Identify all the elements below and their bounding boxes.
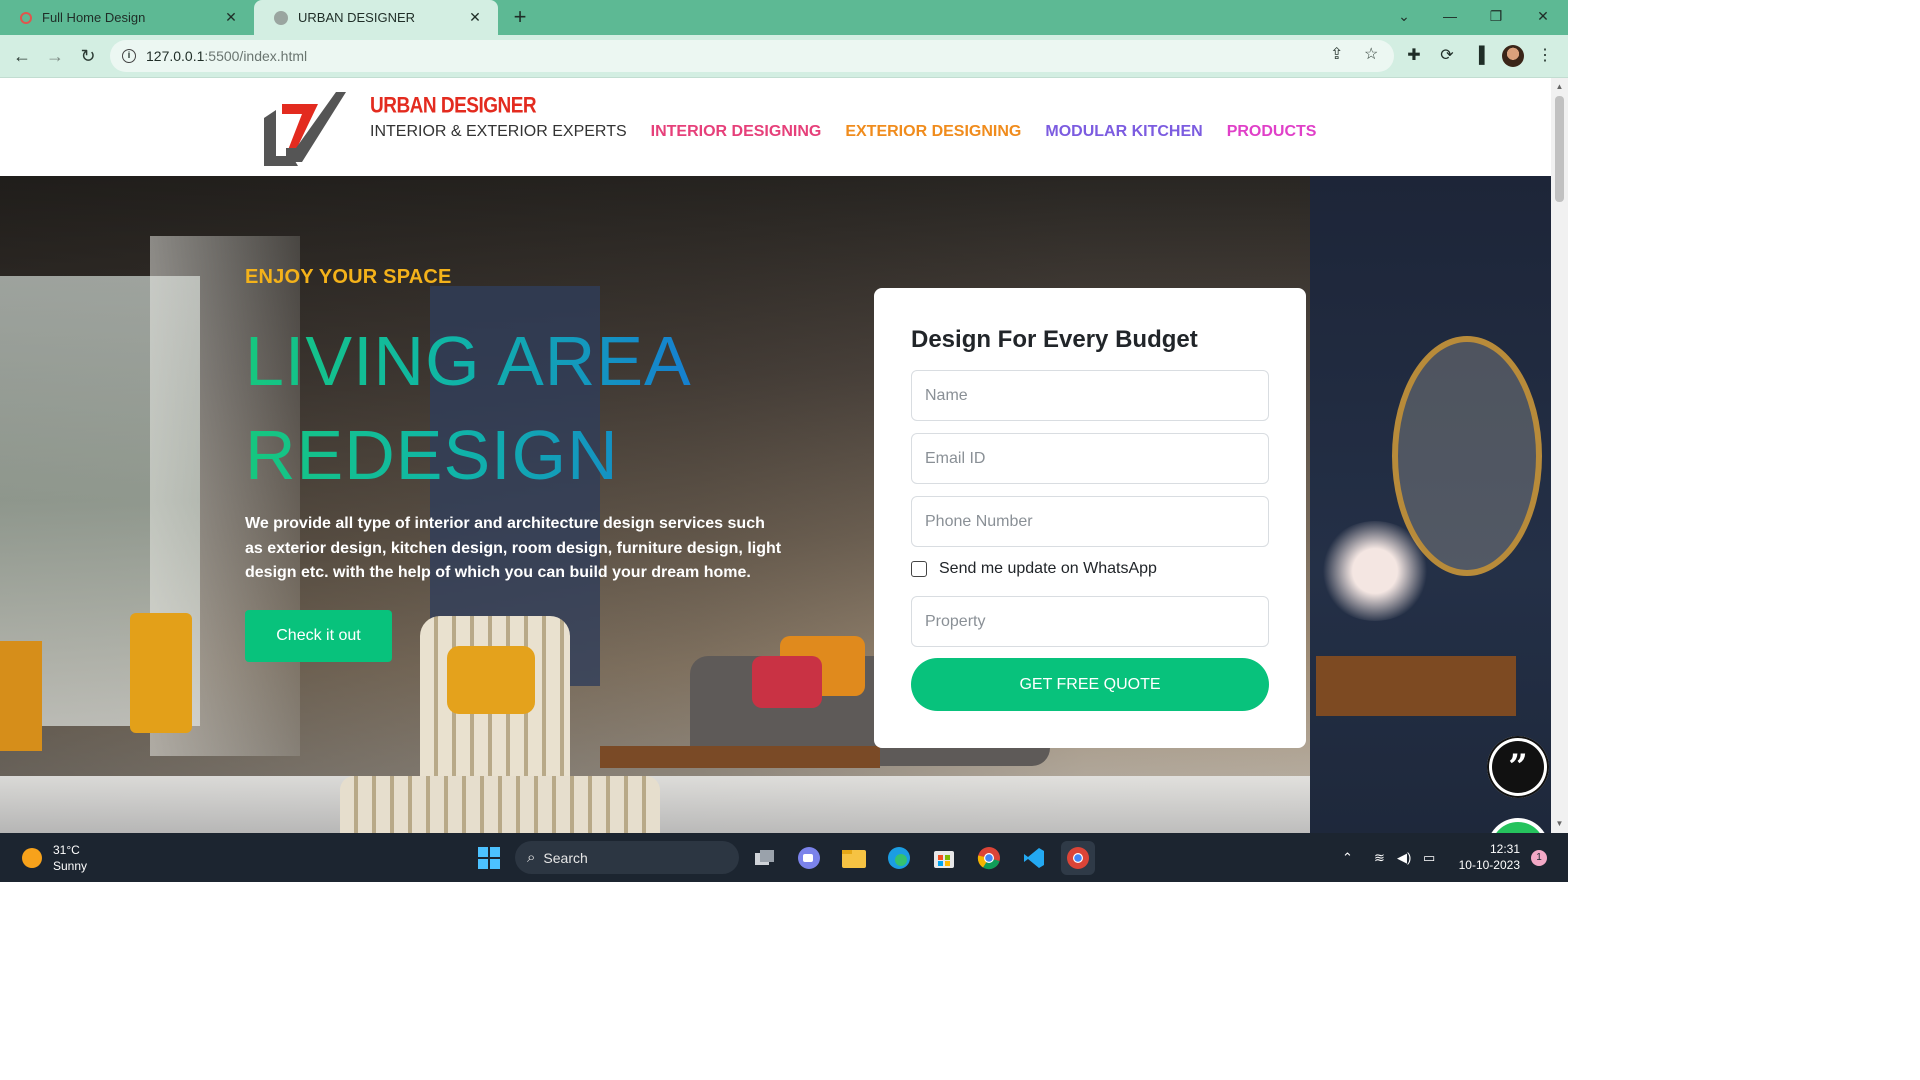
- nav-tagline: INTERIOR & EXTERIOR EXPERTS: [370, 123, 627, 140]
- sun-icon: [22, 848, 42, 868]
- url-host: 127.0.0.1: [146, 48, 205, 64]
- tab-title: Full Home Design: [42, 10, 146, 25]
- chrome-profile-active-icon[interactable]: [1061, 841, 1095, 875]
- tab-full-home-design[interactable]: Full Home Design ✕: [0, 0, 254, 35]
- whatsapp-checkbox[interactable]: [911, 561, 927, 577]
- tab-favicon-icon: [20, 11, 32, 24]
- hero-title: LIVING AREA REDESIGN: [245, 314, 692, 502]
- tab-search-dropdown-icon[interactable]: ⌄: [1381, 0, 1427, 32]
- brand-name: URBAN DESIGNER: [370, 94, 537, 119]
- tab-close-icon[interactable]: ✕: [466, 9, 484, 26]
- tab-urban-designer[interactable]: URBAN DESIGNER ✕: [254, 0, 498, 35]
- chrome-icon[interactable]: [972, 841, 1006, 875]
- reload-icon[interactable]: ↻: [75, 43, 101, 69]
- hero-section: ENJOY YOUR SPACE LIVING AREA REDESIGN We…: [0, 176, 1551, 833]
- clock-time: 12:31: [1489, 842, 1520, 856]
- new-tab-button[interactable]: +: [508, 4, 532, 30]
- nav-item-modular-kitchen[interactable]: MODULAR KITCHEN: [1045, 123, 1202, 141]
- main-nav: INTERIOR & EXTERIOR EXPERTS INTERIOR DES…: [370, 123, 1340, 141]
- profile-avatar[interactable]: [1502, 45, 1524, 67]
- system-clock[interactable]: 12:31 10-10-2023: [1448, 841, 1520, 873]
- hero-title-line1: LIVING AREA: [245, 322, 692, 400]
- hero-subtitle: ENJOY YOUR SPACE: [245, 266, 452, 288]
- hero-title-line2: REDESIGN: [245, 416, 619, 494]
- wifi-icon[interactable]: ≋: [1374, 833, 1385, 882]
- scroll-up-arrow-icon[interactable]: ▲: [1551, 82, 1568, 91]
- check-it-out-button[interactable]: Check it out: [245, 610, 392, 662]
- weather-temperature: 31°C: [53, 843, 80, 857]
- task-view-icon[interactable]: [748, 841, 782, 875]
- address-bar[interactable]: i 127.0.0.1:5500/index.html ⇪ ☆: [110, 40, 1394, 72]
- tab-title: URBAN DESIGNER: [298, 10, 416, 25]
- close-window-button[interactable]: ✕: [1520, 0, 1566, 32]
- browser-menu-icon[interactable]: ⋮: [1533, 44, 1557, 68]
- show-hidden-icons-chevron-icon[interactable]: ⌃: [1342, 833, 1353, 882]
- nav-item-products[interactable]: PRODUCTS: [1227, 123, 1317, 141]
- file-explorer-icon[interactable]: [837, 841, 871, 875]
- email-field[interactable]: [911, 433, 1269, 484]
- edge-browser-icon[interactable]: [882, 841, 916, 875]
- vscode-icon[interactable]: [1017, 841, 1051, 875]
- scroll-down-arrow-icon[interactable]: ▼: [1551, 819, 1568, 828]
- battery-icon[interactable]: ▭: [1423, 833, 1435, 882]
- page-viewport: URBAN DESIGNER INTERIOR & EXTERIOR EXPER…: [0, 78, 1551, 833]
- taskbar-search[interactable]: ⌕ Search: [515, 841, 739, 874]
- back-arrow-icon[interactable]: ←: [9, 43, 35, 69]
- clock-date: 10-10-2023: [1458, 858, 1520, 872]
- volume-icon[interactable]: ◀): [1397, 833, 1411, 882]
- site-info-icon[interactable]: i: [122, 49, 136, 63]
- whatsapp-label: Send me update on WhatsApp: [939, 560, 1157, 577]
- notification-badge[interactable]: 1: [1531, 850, 1547, 866]
- site-header: URBAN DESIGNER INTERIOR & EXTERIOR EXPER…: [0, 78, 1551, 176]
- teams-chat-icon[interactable]: [792, 841, 826, 875]
- nav-item-exterior-designing[interactable]: EXTERIOR DESIGNING: [845, 123, 1021, 141]
- urban-designer-logo[interactable]: [262, 90, 348, 166]
- search-icon: ⌕: [527, 849, 536, 866]
- get-free-quote-button[interactable]: GET FREE QUOTE: [911, 658, 1269, 711]
- name-field[interactable]: [911, 370, 1269, 421]
- tab-favicon-icon: [274, 10, 288, 25]
- weather-condition: Sunny: [53, 859, 88, 873]
- form-title: Design For Every Budget: [911, 326, 1198, 353]
- restore-button[interactable]: ❐: [1473, 0, 1519, 32]
- weather-widget[interactable]: 31°C Sunny: [22, 842, 87, 874]
- url-path: :5500/index.html: [204, 48, 308, 64]
- whatsapp-optin[interactable]: Send me update on WhatsApp: [911, 560, 1157, 578]
- extensions-puzzle-icon[interactable]: ✚: [1402, 44, 1426, 68]
- hero-description: We provide all type of interior and arch…: [245, 515, 782, 581]
- microsoft-store-icon[interactable]: [927, 841, 961, 875]
- browser-tab-strip: Full Home Design ✕ URBAN DESIGNER ✕ + ⌄ …: [0, 0, 1568, 35]
- chat-quote-icon[interactable]: ”: [1487, 736, 1549, 798]
- share-icon[interactable]: ⇪: [1330, 44, 1343, 64]
- windows-taskbar: 31°C Sunny ⌕ Search ⌃ ≋ ◀) ▭ 12:31 10-10…: [0, 833, 1568, 882]
- forward-arrow-icon[interactable]: →: [42, 43, 68, 69]
- side-panel-icon[interactable]: ▐: [1467, 44, 1491, 68]
- phone-field[interactable]: [911, 496, 1269, 547]
- windows-start-icon[interactable]: [472, 841, 506, 875]
- sync-icon[interactable]: ⟳: [1435, 44, 1459, 68]
- property-field[interactable]: [911, 596, 1269, 647]
- bookmark-star-icon[interactable]: ☆: [1364, 44, 1378, 64]
- page-scrollbar[interactable]: ▲ ▼: [1551, 78, 1568, 833]
- minimize-button[interactable]: —: [1427, 0, 1473, 32]
- taskbar-search-label: Search: [543, 849, 588, 866]
- tab-close-icon[interactable]: ✕: [222, 9, 240, 26]
- browser-toolbar: ← → ↻ i 127.0.0.1:5500/index.html ⇪ ☆ ✚ …: [0, 35, 1568, 78]
- nav-item-interior-designing[interactable]: INTERIOR DESIGNING: [651, 123, 822, 141]
- scrollbar-thumb[interactable]: [1555, 96, 1564, 202]
- quote-form-card: Design For Every Budget Send me update o…: [874, 288, 1306, 748]
